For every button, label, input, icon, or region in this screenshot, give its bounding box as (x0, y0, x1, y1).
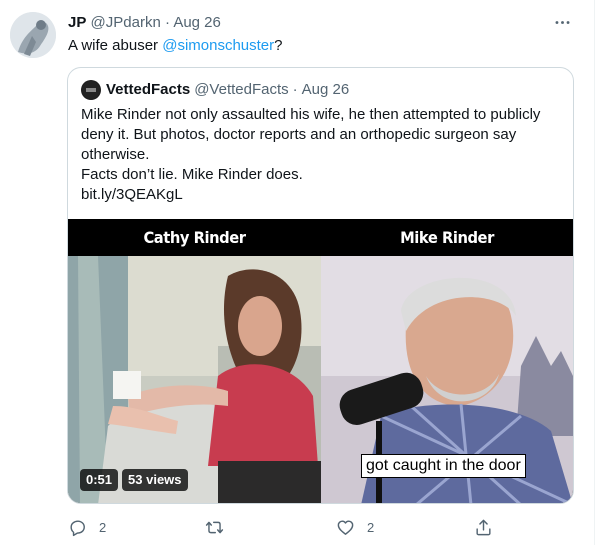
author-name[interactable]: JP (68, 14, 86, 31)
reply-icon (68, 518, 87, 537)
video-views: 53 views (122, 469, 188, 491)
tweet-text: A wife abuser @simonschuster? (68, 36, 283, 56)
video-panel-left: Cathy Rinder 0:51 53 views (68, 219, 321, 503)
quoted-author-name: VettedFacts (106, 81, 191, 98)
separator: · (164, 14, 170, 31)
quoted-header: VettedFacts @VettedFacts · Aug 26 (81, 80, 349, 100)
retweet-icon (205, 518, 224, 537)
avatar[interactable] (10, 12, 56, 58)
retweet-button[interactable] (205, 516, 236, 538)
video-panel-right: Mike Rinder got caught in the door (321, 219, 573, 503)
quoted-line: Facts don’t lie. Mike Rinder does. (81, 166, 303, 183)
author-handle[interactable]: @JPdarkn (91, 14, 161, 31)
more-dots-icon[interactable] (550, 10, 574, 34)
right-panel-title: Mike Rinder (331, 219, 563, 256)
reply-button[interactable]: 2 (68, 516, 106, 538)
left-photo (68, 256, 321, 503)
video-caption: got caught in the door (361, 454, 526, 478)
like-icon (336, 518, 355, 537)
like-count: 2 (367, 519, 375, 535)
quoted-text: Mike Rinder not only assaulted his wife,… (81, 105, 561, 205)
quoted-line: otherwise. (81, 146, 150, 163)
video-duration: 0:51 (80, 469, 119, 491)
quoted-line: deny it. But photos, doctor reports and … (81, 126, 517, 143)
action-bar: 2 2 (68, 516, 491, 538)
tweet-text-prefix: A wife abuser (68, 37, 163, 54)
tweet-header: JP @JPdarkn · Aug 26 (68, 13, 221, 33)
quoted-link[interactable]: bit.ly/3QEAKgL (81, 185, 561, 205)
quoted-avatar (81, 80, 101, 100)
left-panel-title: Cathy Rinder (78, 219, 311, 256)
like-button[interactable]: 2 (336, 516, 374, 538)
video-media[interactable]: Cathy Rinder 0:51 53 views Mike Rinder g… (68, 219, 573, 503)
share-icon (474, 518, 493, 537)
quoted-author-handle: @VettedFacts (194, 81, 289, 98)
video-badges: 0:51 53 views (80, 469, 188, 491)
quoted-separator: · (292, 81, 298, 98)
tweet[interactable]: JP @JPdarkn · Aug 26 A wife abuser @simo… (0, 0, 595, 545)
quoted-date: Aug 26 (301, 81, 350, 98)
share-button[interactable] (474, 516, 493, 538)
tweet-text-suffix: ? (274, 37, 283, 54)
mention-link[interactable]: @simonschuster (162, 37, 274, 54)
tweet-date[interactable]: Aug 26 (173, 14, 221, 31)
reply-count: 2 (99, 519, 107, 535)
quoted-tweet[interactable]: VettedFacts @VettedFacts · Aug 26 Mike R… (67, 67, 574, 504)
quoted-line: Mike Rinder not only assaulted his wife,… (81, 106, 541, 123)
